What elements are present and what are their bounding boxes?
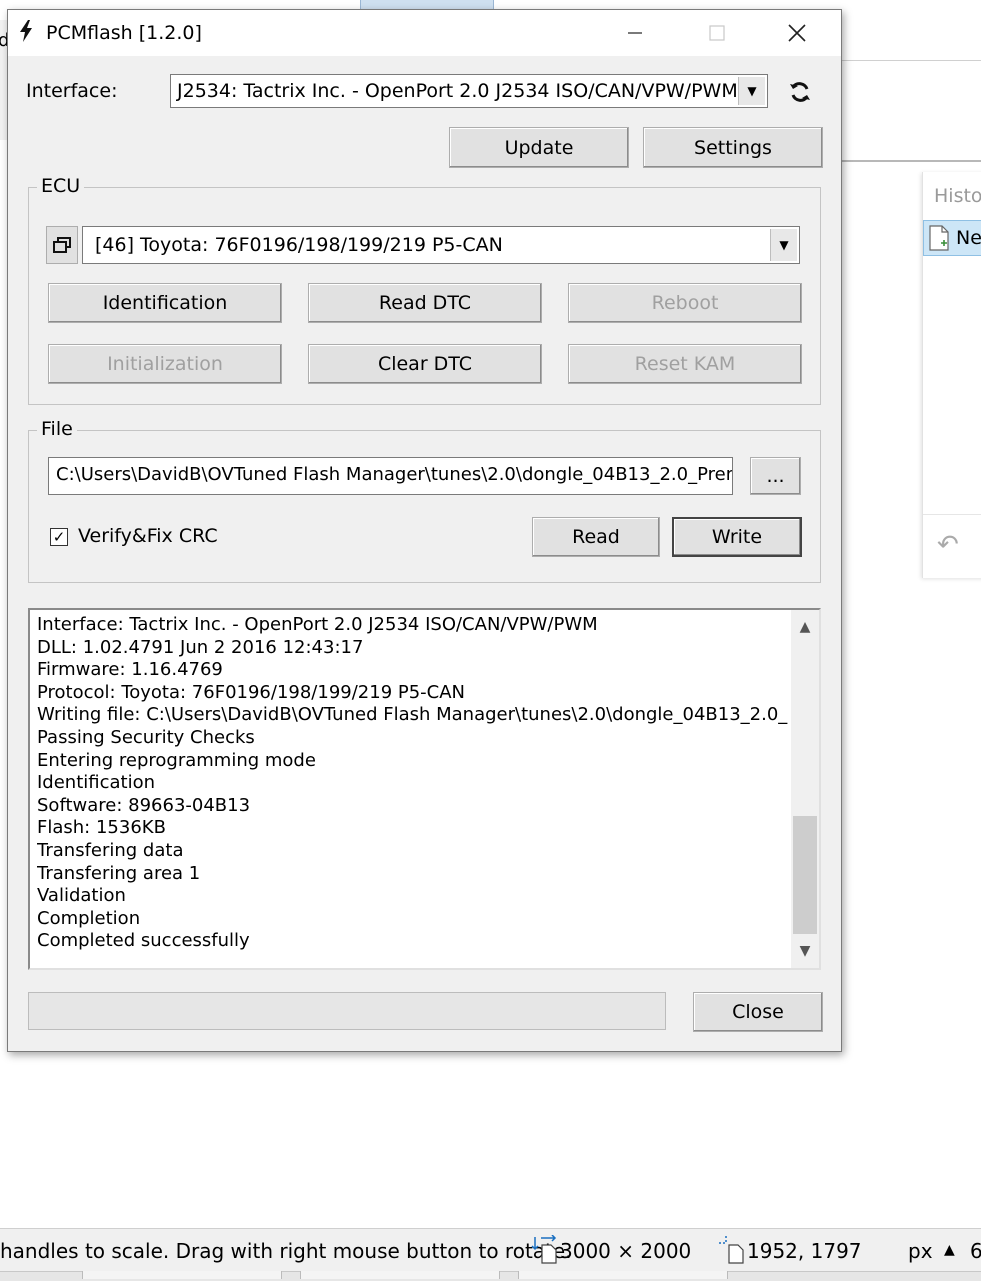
file-group: File: [28, 418, 821, 583]
write-button[interactable]: Write: [672, 517, 802, 557]
restore-window-icon: [53, 237, 71, 253]
history-panel: Histo Ne ↶: [922, 172, 981, 578]
log-scrollbar[interactable]: ▲ ▼: [791, 610, 819, 968]
history-item-label: Ne: [956, 227, 981, 249]
browse-button[interactable]: ...: [750, 457, 801, 495]
unit-selector[interactable]: px: [908, 1239, 933, 1263]
background-divider: [840, 60, 981, 61]
history-title: Histo: [934, 185, 981, 207]
ecu-select[interactable]: [46] Toyota: 76F0196/198/199/219 P5-CAN …: [82, 226, 800, 264]
status-bar: handles to scale. Drag with right mouse …: [0, 1228, 981, 1281]
log-line: Interface: Tactrix Inc. - OpenPort 2.0 J…: [37, 614, 598, 635]
reset-kam-button[interactable]: Reset KAM: [568, 344, 802, 384]
verify-crc-checkbox[interactable]: ✓: [50, 528, 68, 546]
verify-crc-label[interactable]: Verify&Fix CRC: [78, 525, 218, 547]
identification-button[interactable]: Identification: [48, 283, 282, 323]
cursor-position-icon: [719, 1236, 744, 1264]
maximize-icon: [709, 25, 725, 41]
undo-icon[interactable]: ↶: [937, 530, 959, 560]
unit-dropdown-icon[interactable]: ▲: [944, 1242, 955, 1258]
scrollbar-thumb[interactable]: [793, 816, 817, 934]
log-line: Completed successfully: [37, 930, 250, 952]
log-line: Transfering data: [37, 839, 184, 861]
background-divider: [840, 160, 981, 162]
ecu-window-button[interactable]: [46, 226, 78, 264]
close-window-button[interactable]: [774, 14, 820, 52]
maximize-button[interactable]: [694, 14, 740, 52]
log-line: Software: 89663-04B13: [37, 794, 251, 816]
minimize-icon: [628, 32, 642, 34]
status-segment: [82, 1271, 282, 1279]
history-divider: [923, 514, 981, 515]
close-button[interactable]: Close: [693, 992, 823, 1032]
window-title: PCMflash [1.2.0]: [46, 22, 202, 44]
log-lines: Interface: Tactrix Inc. - OpenPort 2.0 J…: [37, 614, 789, 953]
scroll-down-icon[interactable]: ▼: [791, 936, 819, 966]
image-size-icon: [531, 1235, 557, 1264]
minimize-button[interactable]: [612, 14, 658, 52]
log-line: Protocol: Toyota: 76F0196/198/199/219 P5…: [37, 681, 466, 703]
status-hint: handles to scale. Drag with right mouse …: [0, 1239, 572, 1263]
interface-label: Interface:: [26, 80, 118, 102]
reboot-button[interactable]: Reboot: [568, 283, 802, 323]
read-dtc-button[interactable]: Read DTC: [308, 283, 542, 323]
file-path-value: C:\Users\DavidB\OVTuned Flash Manager\tu…: [56, 464, 733, 485]
title-bar[interactable]: PCMflash [1.2.0]: [8, 10, 841, 56]
log-line: Validation: [37, 885, 126, 907]
log-line: Flash: 1536KB: [37, 817, 166, 839]
read-button[interactable]: Read: [532, 517, 660, 557]
cursor-position: 1952, 1797: [747, 1239, 862, 1263]
interface-value: J2534: Tactrix Inc. - OpenPort 2.0 J2534…: [177, 80, 738, 102]
clear-dtc-button[interactable]: Clear DTC: [308, 344, 542, 384]
file-path-input[interactable]: C:\Users\DavidB\OVTuned Flash Manager\tu…: [48, 457, 733, 495]
log-line: Entering reprogramming mode: [37, 749, 316, 771]
log-output[interactable]: Interface: Tactrix Inc. - OpenPort 2.0 J…: [28, 608, 821, 970]
log-line: DLL: 1.02.4791 Jun 2 2016 12:43:17: [37, 636, 364, 658]
initialization-button[interactable]: Initialization: [48, 344, 282, 384]
settings-button[interactable]: Settings: [643, 127, 823, 168]
close-icon: [788, 24, 806, 42]
progress-bar: [28, 992, 666, 1030]
log-line: Firmware: 1.16.4769: [37, 659, 223, 681]
status-segment: [300, 1271, 500, 1279]
log-line: Writing file: C:\Users\DavidB\OVTuned Fl…: [37, 704, 789, 726]
log-line: Passing Security Checks: [37, 726, 255, 748]
file-group-title: File: [37, 418, 77, 440]
new-document-icon: [929, 225, 949, 251]
refresh-icon[interactable]: [788, 80, 812, 110]
ecu-group-title: ECU: [37, 175, 85, 197]
history-item[interactable]: Ne: [923, 220, 981, 256]
log-line: Transfering area 1: [37, 862, 201, 884]
chevron-down-icon[interactable]: ▼: [770, 229, 797, 261]
pcmflash-window: PCMflash [1.2.0] Interface: J2534: Tactr…: [7, 9, 842, 1052]
zoom-value[interactable]: 6: [970, 1239, 981, 1263]
interface-select[interactable]: J2534: Tactrix Inc. - OpenPort 2.0 J2534…: [170, 74, 768, 108]
ecu-selected-value: [46] Toyota: 76F0196/198/199/219 P5-CAN: [95, 234, 503, 256]
status-segment: [518, 1271, 728, 1279]
image-size: 3000 × 2000: [560, 1239, 692, 1263]
log-line: Identification: [37, 772, 156, 794]
chevron-down-icon[interactable]: ▼: [738, 77, 765, 105]
update-button[interactable]: Update: [449, 127, 629, 168]
lightning-icon: [18, 20, 34, 47]
scroll-up-icon[interactable]: ▲: [791, 612, 819, 642]
log-line: Completion: [37, 907, 141, 929]
